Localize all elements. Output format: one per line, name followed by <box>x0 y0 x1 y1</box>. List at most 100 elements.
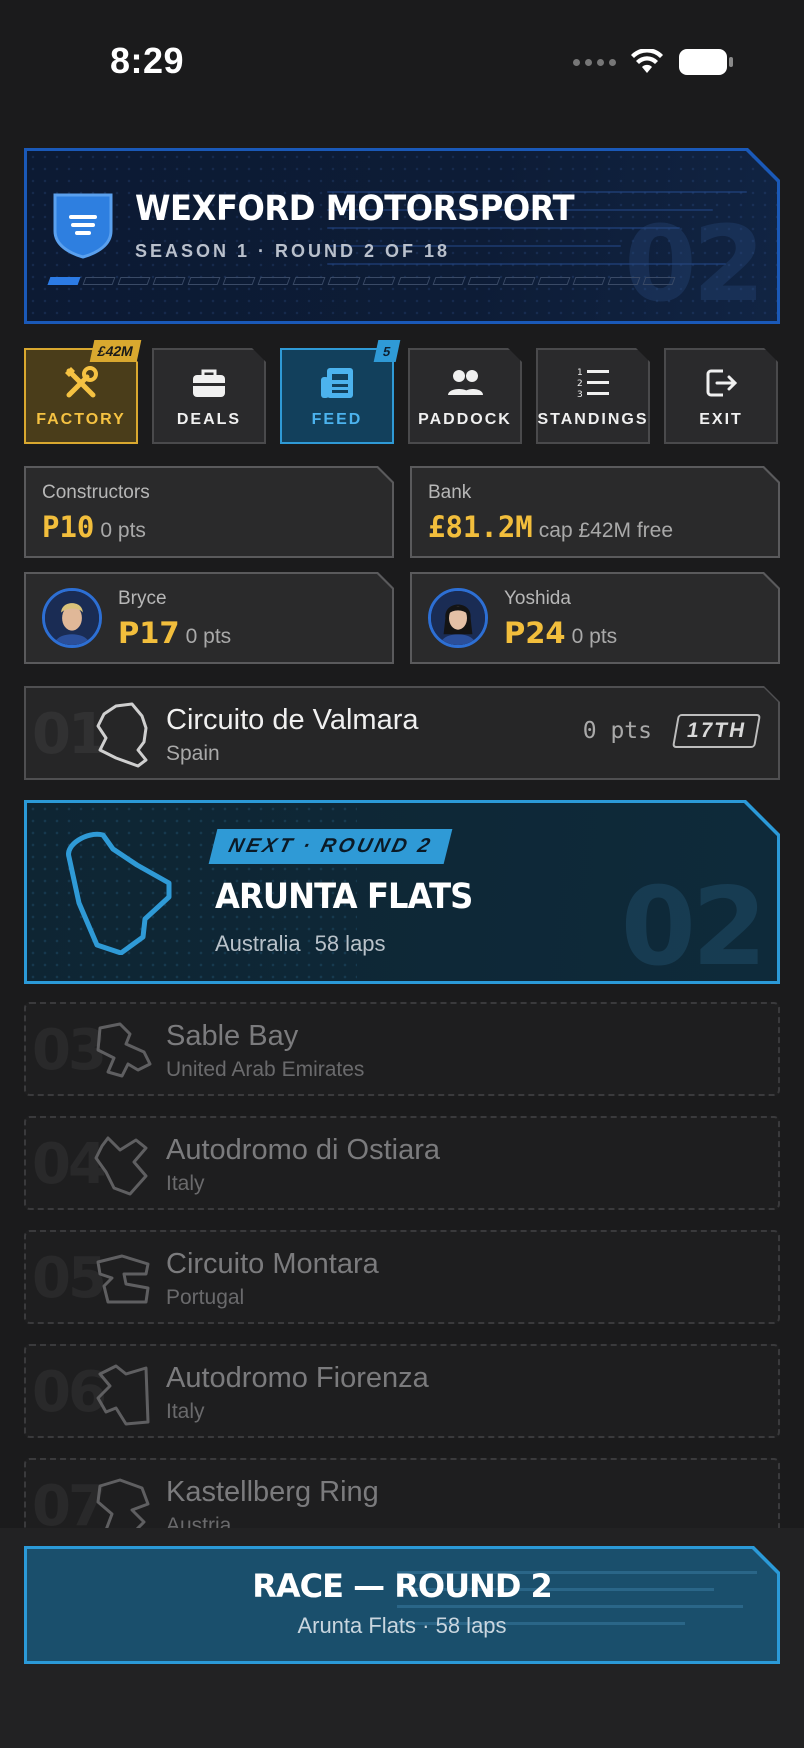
race-row-upcoming[interactable]: 05 Circuito Montara Portugal <box>24 1230 780 1324</box>
driver-card-yoshida[interactable]: Yoshida P24 0 pts <box>410 572 780 664</box>
round-segment <box>642 277 676 285</box>
deals-label: DEALS <box>176 411 242 428</box>
driver-points: 0 pts <box>571 625 618 648</box>
track-map-icon <box>94 1136 148 1196</box>
race-country: United Arab Emirates <box>166 1058 365 1081</box>
race-name: Autodromo Fiorenza <box>166 1362 429 1394</box>
tools-icon <box>65 366 98 398</box>
season-round-label: SEASON 1 · ROUND 2 OF 18 <box>135 241 451 261</box>
standings-label: STANDINGS <box>537 411 649 428</box>
driver-name: Yoshida <box>504 588 571 609</box>
team-header-card: 02 WEXFORD MOTORSPORT SEASON 1 · ROUND 2… <box>24 148 780 324</box>
race-name: Circuito de Valmara <box>166 704 419 736</box>
round-segment <box>362 277 396 285</box>
race-name: Circuito Montara <box>166 1248 379 1280</box>
constructors-label: Constructors <box>42 482 150 503</box>
race-country: Spain <box>166 742 220 765</box>
status-time: 8:29 <box>110 40 185 81</box>
next-race-laps: 58 laps <box>314 931 386 956</box>
driver-avatar <box>42 588 102 648</box>
round-progress-bar <box>47 277 676 285</box>
next-race-name: ARUNTA FLATS <box>215 877 473 917</box>
round-segment <box>572 277 606 285</box>
round-segment <box>327 277 361 285</box>
race-country: Portugal <box>166 1286 245 1309</box>
team-name: WEXFORD MOTORSPORT <box>135 189 575 229</box>
next-race-card[interactable]: 02 NEXT · ROUND 2 ARUNTA FLATS Australia… <box>24 800 780 984</box>
driver-avatar <box>428 588 488 648</box>
svg-text:3: 3 <box>577 390 583 400</box>
constructors-points: 0 pts <box>100 519 146 542</box>
next-round-watermark: 02 <box>620 865 767 981</box>
constructors-card[interactable]: Constructors P10 0 pts <box>24 466 394 558</box>
race-name: Autodromo di Ostiara <box>166 1134 441 1166</box>
round-segment <box>257 277 291 285</box>
feed-button[interactable]: FEED <box>280 348 394 444</box>
race-button-subtitle: Arunta Flats · 58 laps <box>297 1613 507 1638</box>
track-map-icon <box>96 702 148 768</box>
round-segment <box>117 277 151 285</box>
exit-label: EXIT <box>699 411 743 428</box>
round-segment <box>467 277 501 285</box>
next-round-tag: NEXT · ROUND 2 <box>208 829 453 864</box>
team-shield-icon <box>53 193 113 259</box>
feed-label: FEED <box>311 411 363 428</box>
nav-row: FACTORY £42M DEALS FEED 5 PADDOCK 1 2 3 … <box>24 340 780 444</box>
round-segment <box>187 277 221 285</box>
round-segment <box>222 277 256 285</box>
svg-text:1: 1 <box>577 368 583 378</box>
race-row-upcoming[interactable]: 03 Sable Bay United Arab Emirates <box>24 1002 780 1096</box>
driver-points: 0 pts <box>185 625 232 648</box>
driver-position: P24 <box>504 616 566 650</box>
track-map-icon <box>66 831 172 955</box>
start-race-button[interactable]: RACE — ROUND 2 Arunta Flats · 58 laps <box>24 1546 780 1664</box>
finish-position-badge: 17TH <box>671 714 761 748</box>
round-segment <box>397 277 431 285</box>
factory-button[interactable]: FACTORY <box>24 348 138 444</box>
race-country: Italy <box>166 1400 205 1423</box>
round-number-watermark: 02 <box>624 203 765 321</box>
track-map-icon <box>96 1364 150 1426</box>
driver-name: Bryce <box>118 588 167 609</box>
driver-position: P17 <box>118 616 180 650</box>
track-map-icon <box>96 1254 150 1304</box>
driver-card-bryce[interactable]: Bryce P17 0 pts <box>24 572 394 664</box>
race-points: 0 pts <box>582 718 652 744</box>
race-row-upcoming[interactable]: 04 Autodromo di Ostiara Italy <box>24 1116 780 1210</box>
round-segment <box>292 277 326 285</box>
deals-button[interactable]: DEALS <box>152 348 266 444</box>
numbered-list-icon: 1 2 3 <box>577 368 609 400</box>
feed-unread-badge: 5 <box>373 340 401 362</box>
round-segment <box>152 277 186 285</box>
signal-icon <box>573 58 616 66</box>
bank-card[interactable]: Bank £81.2M cap £42M free <box>410 466 780 558</box>
exit-button[interactable]: EXIT <box>664 348 778 444</box>
people-icon <box>448 370 483 395</box>
standings-button[interactable]: 1 2 3 STANDINGS <box>536 348 650 444</box>
status-bar: 8:29 <box>0 0 804 130</box>
round-segment <box>82 277 116 285</box>
race-button-title: RACE — ROUND 2 <box>252 1567 553 1605</box>
round-segment <box>607 277 641 285</box>
bottom-action-bar: RACE — ROUND 2 Arunta Flats · 58 laps <box>0 1528 804 1748</box>
round-segment <box>432 277 466 285</box>
briefcase-icon <box>193 369 225 397</box>
svg-text:2: 2 <box>577 379 583 389</box>
wifi-icon <box>631 49 663 73</box>
race-country: Italy <box>166 1172 205 1195</box>
race-row-completed[interactable]: 01 Circuito de Valmara Spain 0 pts 17TH <box>24 686 780 780</box>
factory-budget-badge: £42M <box>89 340 142 362</box>
factory-label: FACTORY <box>36 411 126 428</box>
battery-icon <box>679 49 733 75</box>
race-name: Sable Bay <box>166 1020 299 1052</box>
next-race-country: Australia <box>215 931 301 956</box>
round-segment <box>47 277 81 285</box>
bank-cap: cap £42M free <box>538 519 674 542</box>
race-row-upcoming[interactable]: 06 Autodromo Fiorenza Italy <box>24 1344 780 1438</box>
newspaper-icon <box>321 368 353 398</box>
bank-label: Bank <box>428 482 472 503</box>
race-name: Kastellberg Ring <box>166 1476 379 1508</box>
exit-icon <box>706 369 738 397</box>
paddock-button[interactable]: PADDOCK <box>408 348 522 444</box>
track-map-icon <box>96 1022 152 1078</box>
